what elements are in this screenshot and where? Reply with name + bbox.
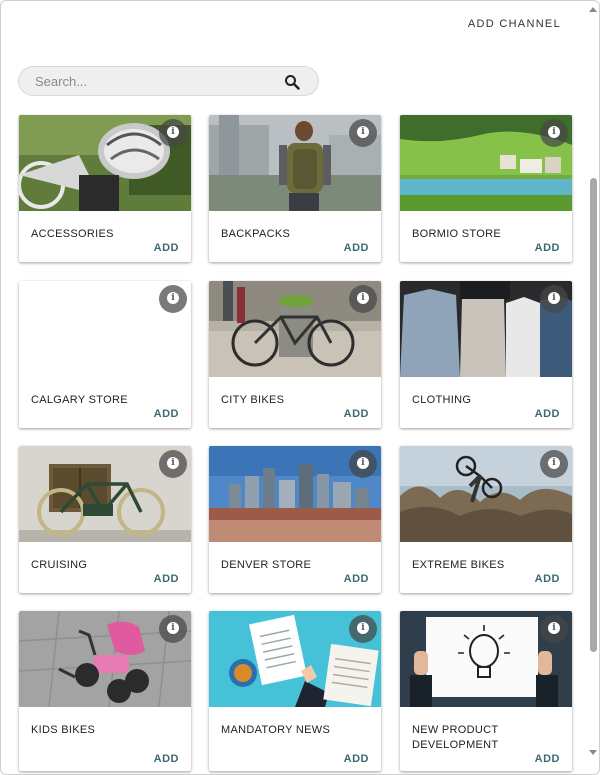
add-button[interactable]: ADD — [154, 573, 179, 585]
add-button[interactable]: ADD — [154, 408, 179, 420]
channel-card-kids-bikes[interactable]: i KIDS BIKES ADD — [19, 611, 191, 771]
card-thumbnail: i — [19, 446, 191, 542]
card-title: CALGARY STORE — [31, 394, 128, 406]
add-button[interactable]: ADD — [154, 242, 179, 254]
add-button[interactable]: ADD — [344, 753, 369, 765]
info-icon[interactable]: i — [349, 119, 377, 147]
search-input[interactable] — [35, 73, 275, 90]
card-title: EXTREME BIKES — [412, 559, 505, 571]
card-title: KIDS BIKES — [31, 724, 96, 736]
info-icon[interactable]: i — [540, 119, 568, 147]
card-thumbnail: i — [400, 281, 572, 377]
card-thumbnail: i — [209, 115, 381, 211]
card-title: ACCESSORIES — [31, 228, 114, 240]
card-thumbnail: i — [209, 281, 381, 377]
card-title: DENVER STORE — [221, 559, 312, 571]
card-title: CRUISING — [31, 559, 88, 571]
channel-card-clothing[interactable]: i CLOTHING ADD — [400, 281, 572, 428]
card-thumbnail: i — [400, 611, 572, 707]
info-icon[interactable]: i — [159, 285, 187, 313]
card-title: CLOTHING — [412, 394, 472, 406]
info-icon[interactable]: i — [349, 450, 377, 478]
add-button[interactable]: ADD — [154, 753, 179, 765]
channel-card-extreme-bikes[interactable]: i EXTREME BIKES ADD — [400, 446, 572, 593]
card-thumbnail: i — [209, 446, 381, 542]
add-button[interactable]: ADD — [535, 753, 560, 765]
info-icon[interactable]: i — [159, 450, 187, 478]
app-window: ADD CHANNEL i — [0, 0, 600, 775]
channel-card-denver-store[interactable]: i DENVER STORE ADD — [209, 446, 381, 593]
info-icon[interactable]: i — [540, 615, 568, 643]
add-button[interactable]: ADD — [344, 242, 369, 254]
add-button[interactable]: ADD — [535, 242, 560, 254]
info-icon[interactable]: i — [349, 615, 377, 643]
card-thumbnail: i — [19, 611, 191, 707]
card-title: BACKPACKS — [221, 228, 291, 240]
search-icon[interactable] — [284, 74, 300, 90]
vertical-scrollbar[interactable] — [587, 3, 599, 773]
channel-card-cruising[interactable]: i CRUISING ADD — [19, 446, 191, 593]
channel-card-bormio-store[interactable]: i BORMIO STORE ADD — [400, 115, 572, 262]
info-icon[interactable]: i — [159, 119, 187, 147]
info-icon[interactable]: i — [540, 450, 568, 478]
channel-card-accessories[interactable]: i ACCESSORIES ADD — [19, 115, 191, 262]
scroll-down-arrow-icon[interactable] — [589, 750, 597, 755]
card-thumbnail: i — [400, 446, 572, 542]
channel-card-backpacks[interactable]: i BACKPACKS ADD — [209, 115, 381, 262]
card-thumbnail: i — [400, 115, 572, 211]
card-thumbnail: i — [19, 281, 191, 377]
card-title: NEW PRODUCT DEVELOPMENT — [412, 724, 499, 751]
scroll-up-arrow-icon[interactable] — [589, 7, 597, 12]
card-title: CITY BIKES — [221, 394, 285, 406]
add-button[interactable]: ADD — [535, 573, 560, 585]
info-icon[interactable]: i — [349, 285, 377, 313]
channel-card-city-bikes[interactable]: i CITY BIKES ADD — [209, 281, 381, 428]
channel-card-new-product-development[interactable]: i NEW PRODUCT DEVELOPMENT ADD — [400, 611, 572, 771]
channel-card-calgary-store[interactable]: i CALGARY STORE ADD — [19, 281, 191, 428]
card-thumbnail: i — [209, 611, 381, 707]
add-button[interactable]: ADD — [344, 408, 369, 420]
info-icon[interactable]: i — [159, 615, 187, 643]
card-title: MANDATORY NEWS — [221, 724, 331, 736]
channel-card-mandatory-news[interactable]: i MANDATORY NEWS ADD — [209, 611, 381, 771]
card-title: BORMIO STORE — [412, 228, 501, 240]
add-channel-button[interactable]: ADD CHANNEL — [468, 18, 561, 30]
card-thumbnail: i — [19, 115, 191, 211]
add-button[interactable]: ADD — [535, 408, 560, 420]
add-button[interactable]: ADD — [344, 573, 369, 585]
search-bar — [18, 66, 319, 96]
info-icon[interactable]: i — [540, 285, 568, 313]
scrollbar-thumb[interactable] — [590, 178, 597, 652]
